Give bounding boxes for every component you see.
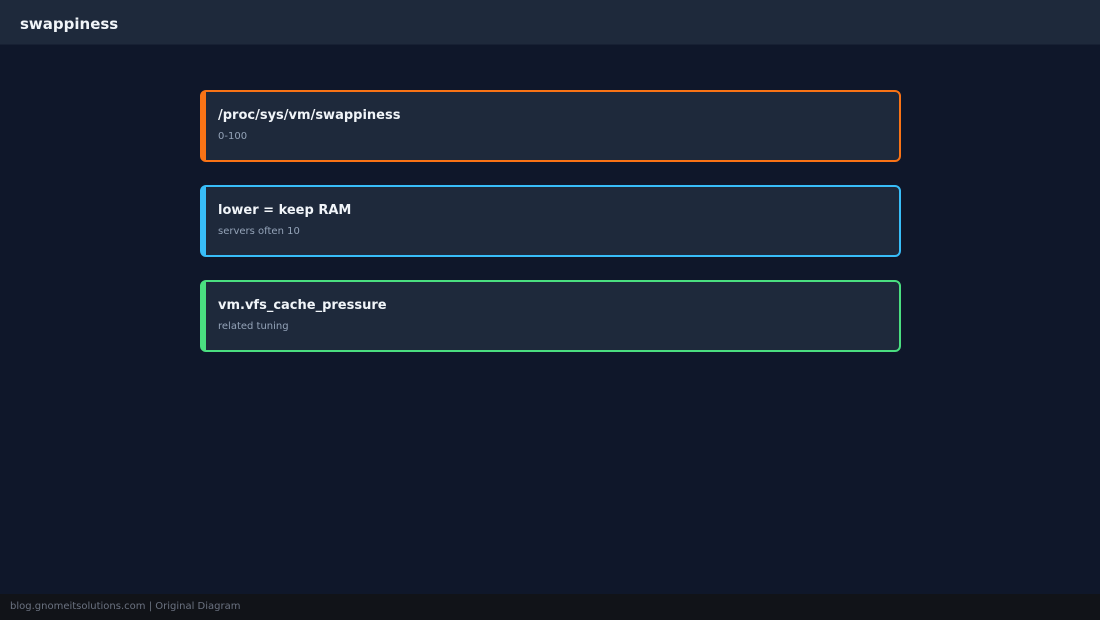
footer-credit: blog.gnomeitsolutions.com | Original Dia… [10, 601, 241, 612]
header-bar: swappiness [0, 0, 1100, 45]
card-title: /proc/sys/vm/swappiness [218, 108, 401, 123]
card-subtitle: servers often 10 [218, 226, 300, 237]
card-title: vm.vfs_cache_pressure [218, 298, 387, 313]
card-subtitle: 0-100 [218, 131, 248, 142]
card-vfs-cache-pressure: vm.vfs_cache_pressure related tuning [200, 280, 901, 352]
card-title: lower = keep RAM [218, 203, 352, 218]
footer-bar: blog.gnomeitsolutions.com | Original Dia… [0, 594, 1100, 620]
card-subtitle: related tuning [218, 321, 289, 332]
page-title: swappiness [20, 15, 119, 33]
card-swappiness-path: /proc/sys/vm/swappiness 0-100 [200, 90, 901, 162]
card-lower-keep-ram: lower = keep RAM servers often 10 [200, 185, 901, 257]
